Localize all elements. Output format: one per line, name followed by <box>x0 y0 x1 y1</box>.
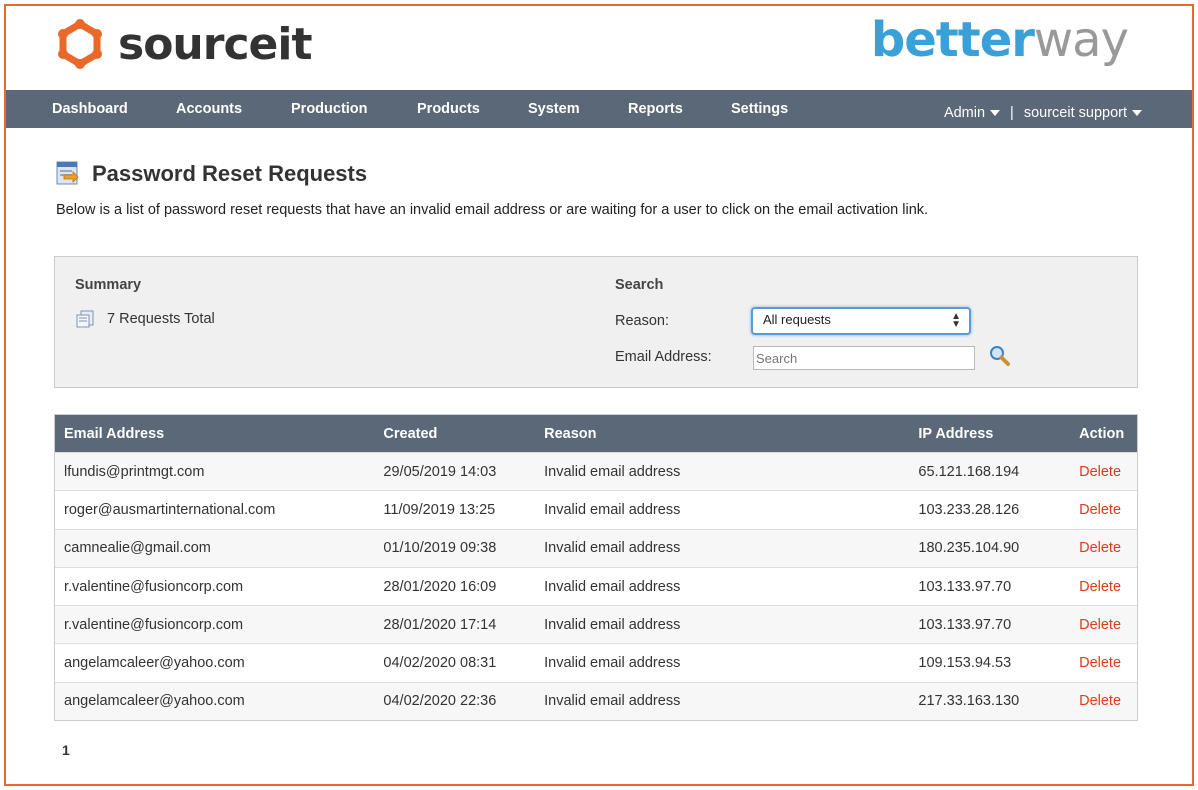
cell-email: roger@ausmartinternational.com <box>64 501 276 518</box>
delete-link[interactable]: Delete <box>1079 502 1121 518</box>
password-reset-icon <box>56 161 79 185</box>
delete-link[interactable]: Delete <box>1079 579 1121 595</box>
chevron-down-icon <box>1132 110 1142 117</box>
table-row: r.valentine@fusioncorp.com 28/01/2020 17… <box>55 605 1137 644</box>
cell-ip: 103.233.28.126 <box>918 501 1020 518</box>
betterway-logo: betterway <box>870 12 1129 68</box>
header-email: Email Address <box>64 425 165 442</box>
search-heading: Search <box>615 277 664 293</box>
support-menu[interactable]: sourceit support <box>1024 105 1142 121</box>
table-body: lfundis@printmgt.com 29/05/2019 14:03 In… <box>55 452 1137 721</box>
cell-created: 28/01/2020 17:14 <box>383 616 497 633</box>
nav-products[interactable]: Products <box>417 101 480 117</box>
cell-ip: 103.133.97.70 <box>918 616 1012 633</box>
table-row: camnealie@gmail.com 01/10/2019 09:38 Inv… <box>55 528 1137 567</box>
header-ip: IP Address <box>918 425 994 442</box>
cell-created: 04/02/2020 22:36 <box>383 693 497 710</box>
reason-select-value: All requests <box>763 312 831 327</box>
summary-total: 7 Requests Total <box>75 309 215 329</box>
cell-reason: Invalid email address <box>544 693 681 710</box>
betterway-logo-part2: way <box>1033 12 1129 68</box>
delete-link[interactable]: Delete <box>1079 693 1121 709</box>
nav-production[interactable]: Production <box>291 101 368 117</box>
page-title-row: Password Reset Requests <box>56 161 367 187</box>
select-arrows-icon: ▲ ▼ <box>951 311 961 330</box>
cell-reason: Invalid email address <box>544 655 681 672</box>
email-address-label: Email Address: <box>615 349 712 365</box>
cell-email: lfundis@printmgt.com <box>64 463 205 480</box>
cell-email: camnealie@gmail.com <box>64 540 211 557</box>
header-action: Action <box>1079 425 1125 442</box>
support-menu-label: sourceit support <box>1023 105 1127 121</box>
cell-reason: Invalid email address <box>544 578 681 595</box>
header-created: Created <box>383 425 438 442</box>
cell-ip: 217.33.163.130 <box>918 693 1020 710</box>
main-nav: Dashboard Accounts Production Products S… <box>6 90 1192 128</box>
cell-ip: 109.153.94.53 <box>918 655 1012 672</box>
reason-label: Reason: <box>615 313 670 329</box>
sourceit-logo-icon <box>58 19 102 69</box>
pagination-current-page[interactable]: 1 <box>62 742 70 758</box>
sourceit-logo[interactable]: sourceit <box>54 18 312 70</box>
cell-reason: Invalid email address <box>544 463 681 480</box>
nav-dashboard[interactable]: Dashboard <box>52 101 128 117</box>
table-row: roger@ausmartinternational.com 11/09/201… <box>55 490 1137 529</box>
cell-ip: 103.133.97.70 <box>918 578 1012 595</box>
cell-reason: Invalid email address <box>544 501 681 518</box>
table-row: r.valentine@fusioncorp.com 28/01/2020 16… <box>55 566 1137 606</box>
requests-icon <box>76 310 94 328</box>
nav-system[interactable]: System <box>528 101 580 117</box>
requests-total-text: 7 Requests Total <box>107 311 215 327</box>
nav-settings[interactable]: Settings <box>731 101 788 117</box>
chevron-down-icon <box>990 110 1001 117</box>
header: sourceit betterway <box>6 6 1192 90</box>
page-description: Below is a list of password reset reques… <box>56 202 929 218</box>
sourceit-logo-text: sourceit <box>118 18 312 70</box>
cell-created: 29/05/2019 14:03 <box>383 463 497 480</box>
page-title: Password Reset Requests <box>92 161 368 186</box>
cell-email: r.valentine@fusioncorp.com <box>64 616 244 633</box>
nav-separator: | <box>1010 105 1014 121</box>
cell-ip: 180.235.104.90 <box>918 540 1020 557</box>
table-row: angelamcaleer@yahoo.com 04/02/2020 22:36… <box>55 681 1137 721</box>
cell-created: 01/10/2019 09:38 <box>383 540 497 557</box>
summary-heading: Summary <box>75 277 142 293</box>
admin-menu-label: Admin <box>943 105 986 121</box>
app-frame: sourceit betterway Dashboard Accounts Pr… <box>4 4 1194 786</box>
cell-reason: Invalid email address <box>544 616 681 633</box>
table-row: lfundis@printmgt.com 29/05/2019 14:03 In… <box>55 452 1137 491</box>
nav-accounts[interactable]: Accounts <box>176 101 242 117</box>
table-row: angelamcaleer@yahoo.com 04/02/2020 08:31… <box>55 643 1137 682</box>
betterway-logo-part1: better <box>870 12 1035 68</box>
admin-menu[interactable]: Admin <box>943 105 1001 121</box>
cell-email: angelamcaleer@yahoo.com <box>64 655 245 672</box>
requests-table: Email Address Created Reason IP Address … <box>54 414 1138 722</box>
nav-user-menu: Admin | sourceit support <box>944 105 1142 121</box>
reason-select[interactable]: All requests ▲ ▼ <box>751 307 971 335</box>
cell-email: r.valentine@fusioncorp.com <box>64 578 244 595</box>
table-header: Email Address Created Reason IP Address … <box>55 415 1137 452</box>
cell-created: 28/01/2020 16:09 <box>383 578 497 595</box>
cell-created: 11/09/2019 13:25 <box>383 501 496 518</box>
delete-link[interactable]: Delete <box>1079 655 1121 671</box>
delete-link[interactable]: Delete <box>1079 540 1121 556</box>
cell-email: angelamcaleer@yahoo.com <box>64 693 245 710</box>
delete-link[interactable]: Delete <box>1079 464 1121 480</box>
cell-ip: 65.121.168.194 <box>918 463 1020 480</box>
cell-reason: Invalid email address <box>544 540 681 557</box>
nav-reports[interactable]: Reports <box>628 101 683 117</box>
summary-search-panel: Summary 7 Requests Total Search Reason: … <box>54 256 1138 388</box>
delete-link[interactable]: Delete <box>1079 617 1121 633</box>
email-search-input[interactable] <box>753 346 975 370</box>
search-icon[interactable] <box>989 345 1011 367</box>
header-reason: Reason <box>544 425 597 442</box>
cell-created: 04/02/2020 08:31 <box>383 655 497 672</box>
